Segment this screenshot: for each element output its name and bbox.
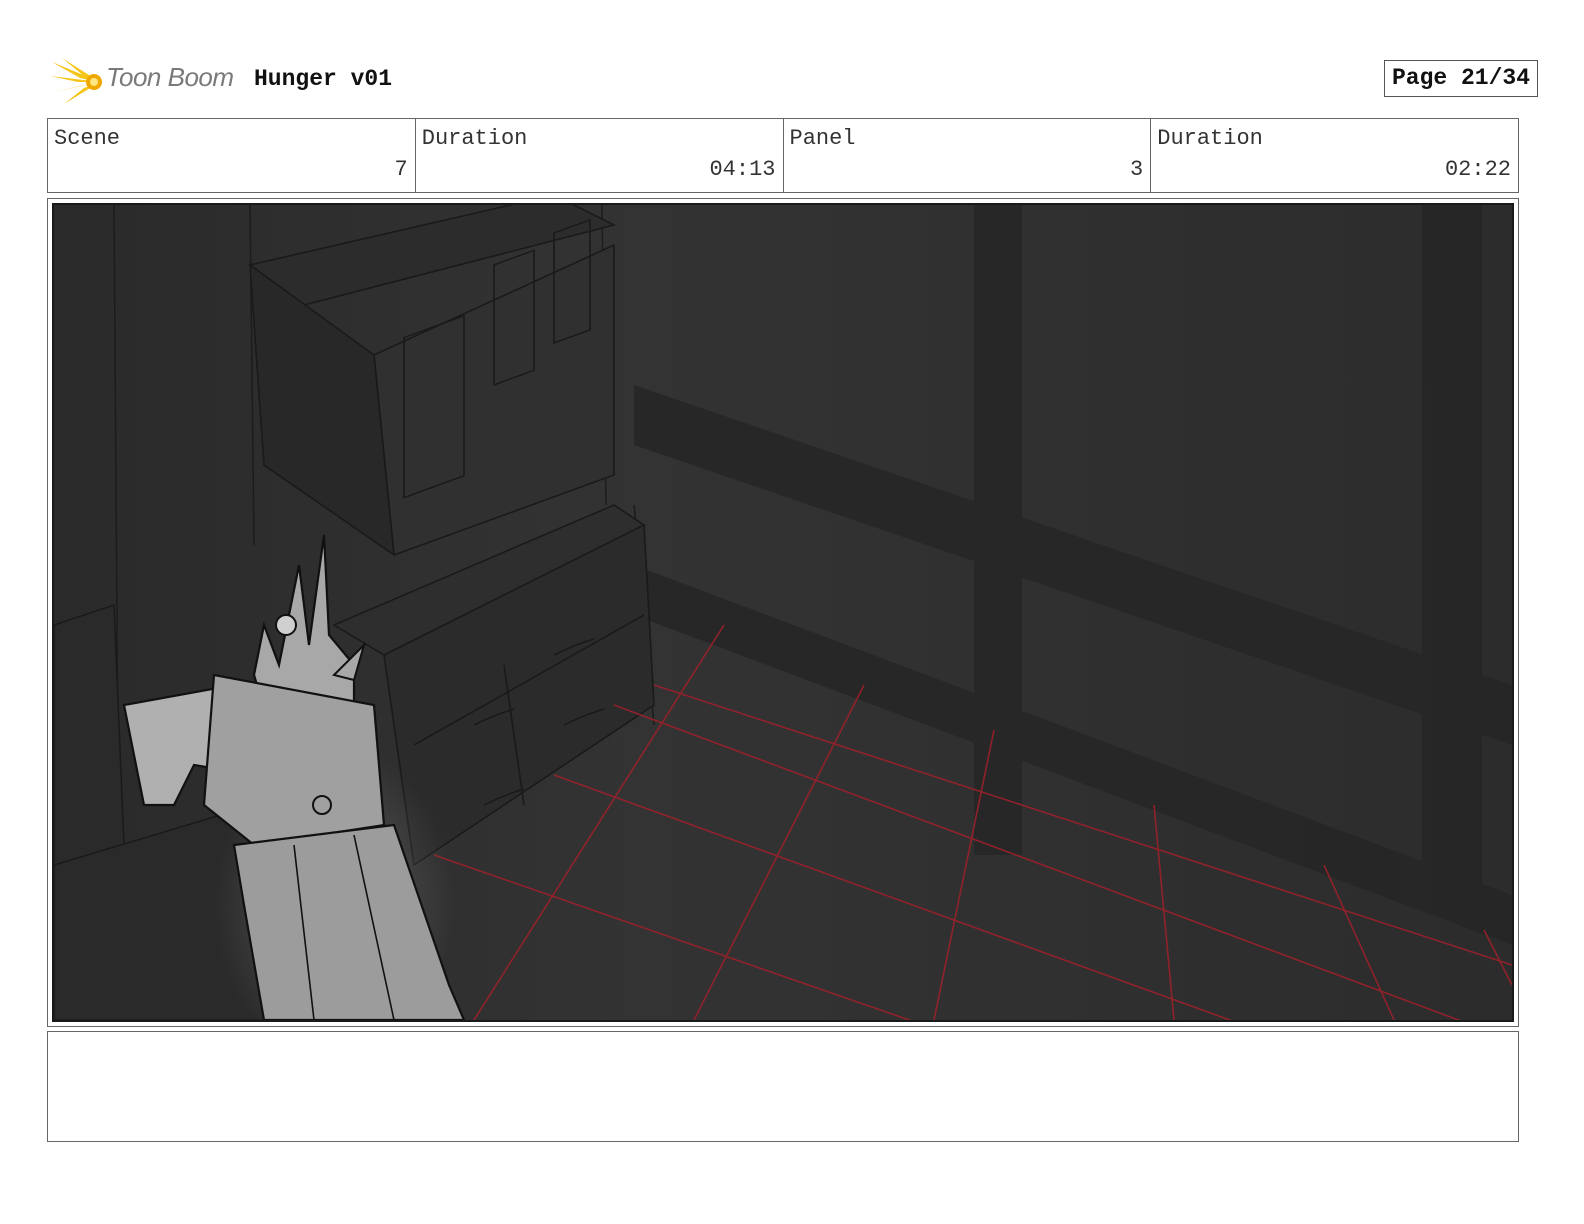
page-indicator: Page 21/34 (1383, 60, 1538, 97)
scene-duration-cell: Duration 04:13 (416, 119, 784, 192)
panel-value: 3 (1130, 157, 1144, 182)
panel-info-row: Scene 7 Duration 04:13 Panel 3 Duration … (47, 118, 1519, 193)
scene-duration-value: 04:13 (709, 157, 776, 182)
panel-cell: Panel 3 (784, 119, 1152, 192)
panel-duration-cell: Duration 02:22 (1151, 119, 1518, 192)
starburst-icon (50, 58, 102, 104)
sketch-drawing (54, 205, 1512, 1020)
storyboard-sketch (52, 203, 1514, 1022)
toon-boom-logo: Toon Boom (50, 56, 240, 108)
panel-duration-value: 02:22 (1444, 157, 1511, 182)
scene-label: Scene (54, 126, 121, 151)
logo-text: Toon Boom (106, 62, 234, 92)
scene-value: 7 (394, 157, 408, 182)
panel-duration-label: Duration (1157, 126, 1263, 151)
project-title: Hunger v01 (254, 66, 393, 92)
panel-label: Panel (789, 126, 856, 151)
storyboard-header: Toon Boom Hunger v01 Page 21/34 (48, 56, 1538, 108)
scene-duration-label: Duration (421, 126, 528, 151)
scene-cell: Scene 7 (48, 119, 416, 192)
storyboard-panel-frame (47, 198, 1519, 1027)
panel-notes-box (47, 1031, 1519, 1142)
